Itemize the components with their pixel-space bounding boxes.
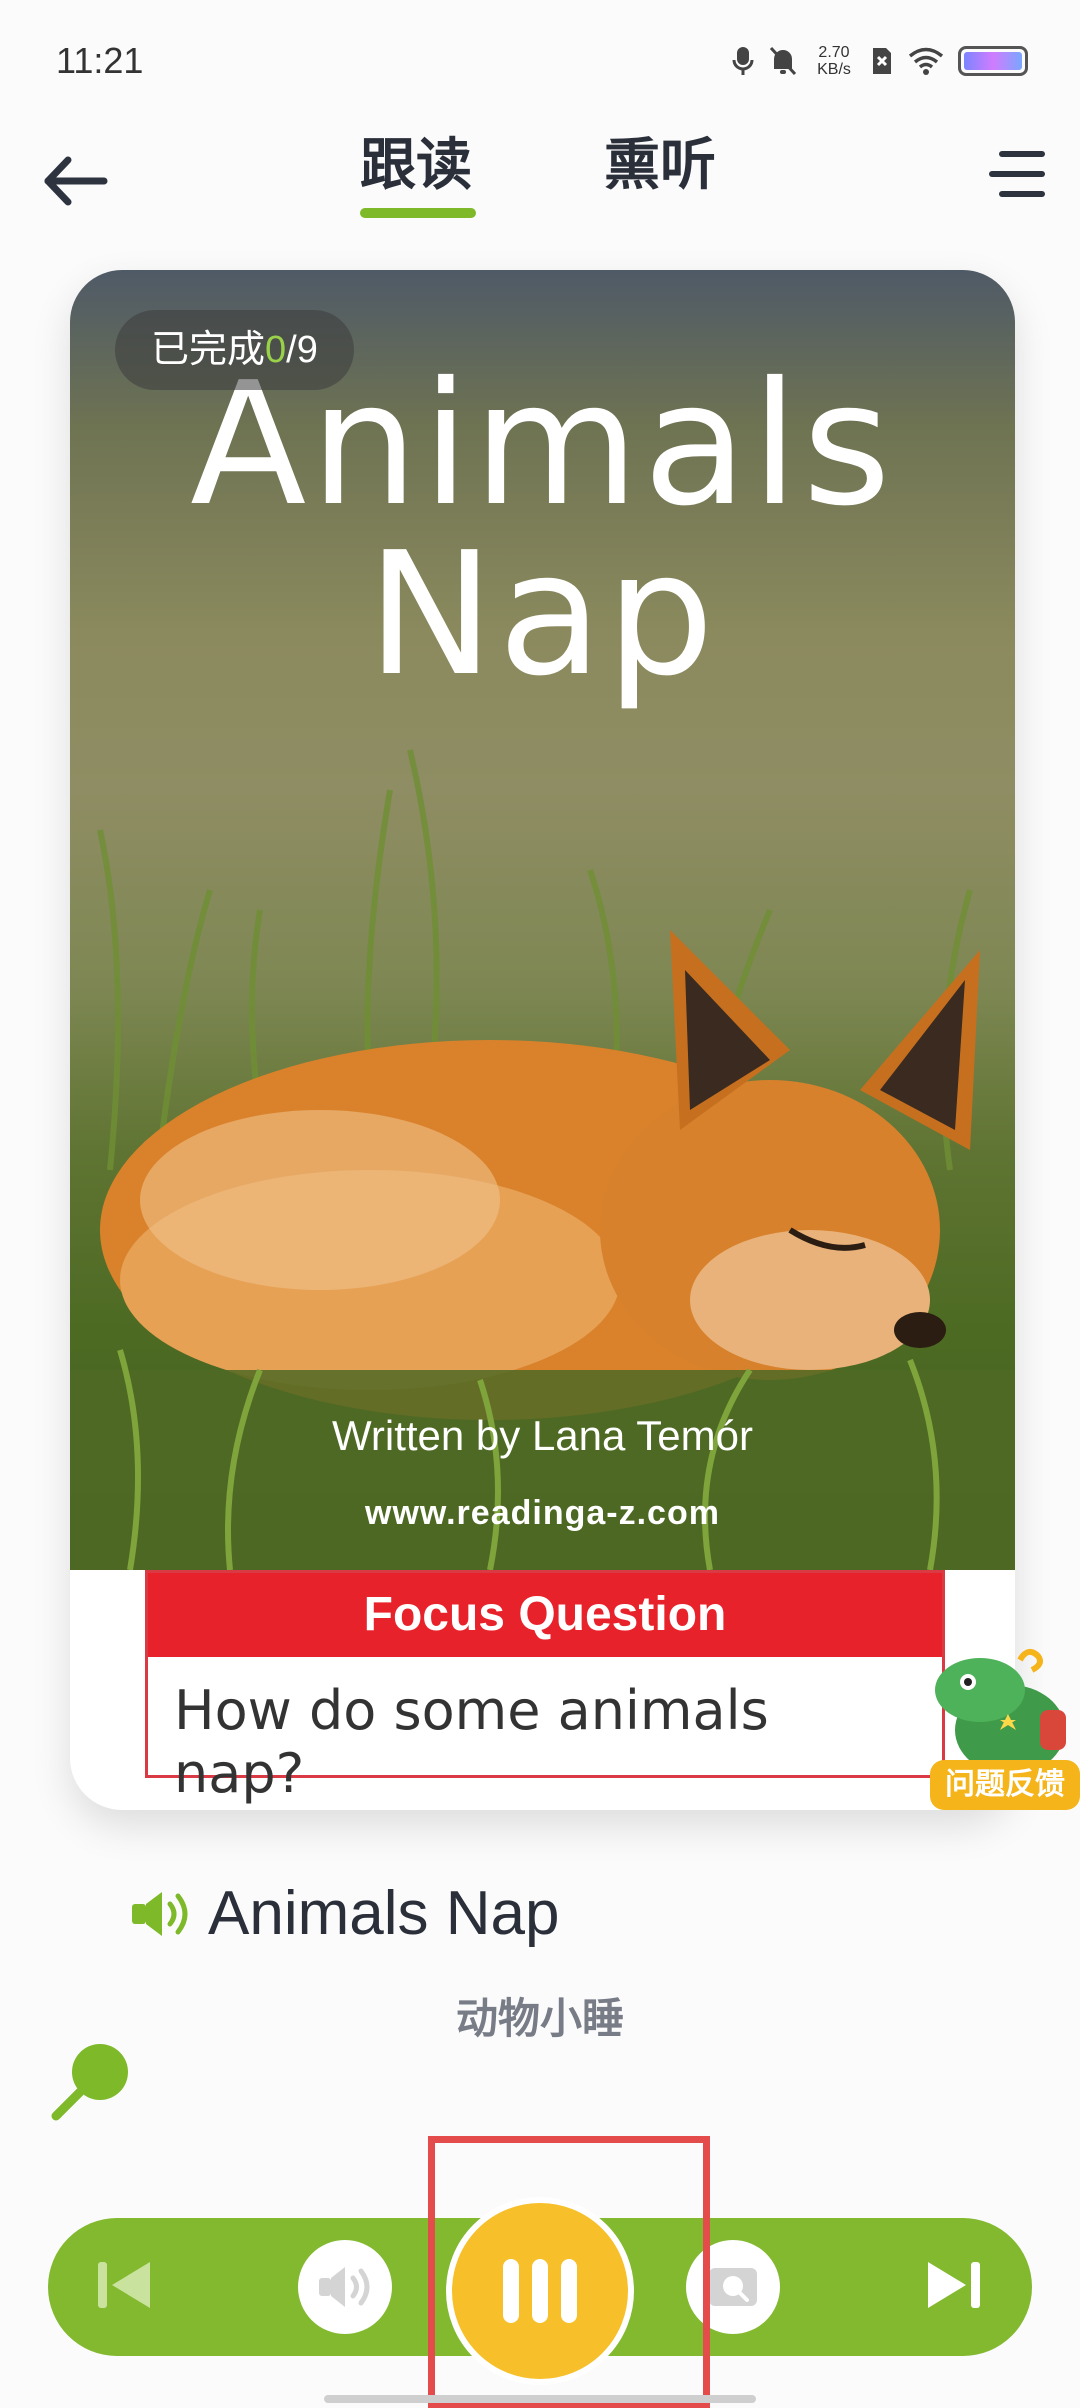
sentence-text: Animals Nap [208,1879,560,1948]
menu-button[interactable] [972,132,1052,212]
previous-button[interactable] [90,2250,160,2320]
menu-icon [989,151,1045,197]
original-audio-button[interactable] [298,2240,392,2334]
microphone-icon [732,45,754,77]
cover-title-line-2: Nap [366,516,719,714]
cover-image: Animals Nap Written by Lana Temór www.re… [70,270,1015,1570]
tab-immersive-listen[interactable]: 熏听 [604,120,716,201]
cover-author: Written by Lana Temór [332,1412,753,1459]
home-indicator[interactable] [324,2395,756,2403]
status-bar: 11:21 2.70 KB/s [0,0,1080,120]
speaker-icon[interactable] [128,1888,192,1940]
top-nav: 跟读 熏听 [0,120,1080,230]
audio-icon [319,2267,370,2307]
next-button[interactable] [918,2250,988,2320]
focus-question-text: How do some animals nap? [174,1679,769,1805]
progress-badge: 已完成0/9 [115,310,354,390]
current-sentence[interactable]: Animals Nap [128,1878,559,1949]
highlight-annotation [428,2136,710,2408]
book-page-card[interactable]: Animals Nap Written by Lana Temór www.re… [70,270,1015,1810]
next-icon [928,2262,980,2308]
cover-url: www.readinga-z.com [365,1494,720,1532]
status-icons: 2.70 KB/s [732,44,1028,78]
feedback-label: 问题反馈 [930,1760,1080,1810]
focus-question-box: Focus Question How do some animals nap? [145,1570,945,1805]
battery-icon [958,46,1028,76]
progress-done-count: 0 [265,329,287,371]
net-speed-value: 2.70 [818,44,850,61]
wifi-icon [908,47,944,75]
dinosaur-mascot-icon [935,1648,1066,1775]
arrow-left-icon [44,156,108,206]
feedback-button[interactable]: 问题反馈 [920,1620,1080,1820]
progress-label: 已完成 [151,329,266,371]
previous-icon [98,2262,150,2308]
network-speed: 2.70 KB/s [812,44,856,78]
mute-bell-icon [768,45,798,77]
tab-follow-read[interactable]: 跟读 [360,120,472,201]
sentence-translation: 动物小睡 [455,1995,624,2042]
word-lookup-button[interactable] [50,2038,134,2122]
active-tab-indicator [360,208,476,218]
sim-off-icon [870,46,894,76]
magnifier-icon [51,2044,128,2121]
status-time: 11:21 [56,40,144,81]
record-icon [709,2268,757,2306]
battery-level [964,52,1022,70]
back-button[interactable] [40,138,120,208]
net-speed-unit: KB/s [817,61,851,78]
focus-question-heading: Focus Question [148,1573,942,1657]
progress-total: /9 [286,329,318,371]
